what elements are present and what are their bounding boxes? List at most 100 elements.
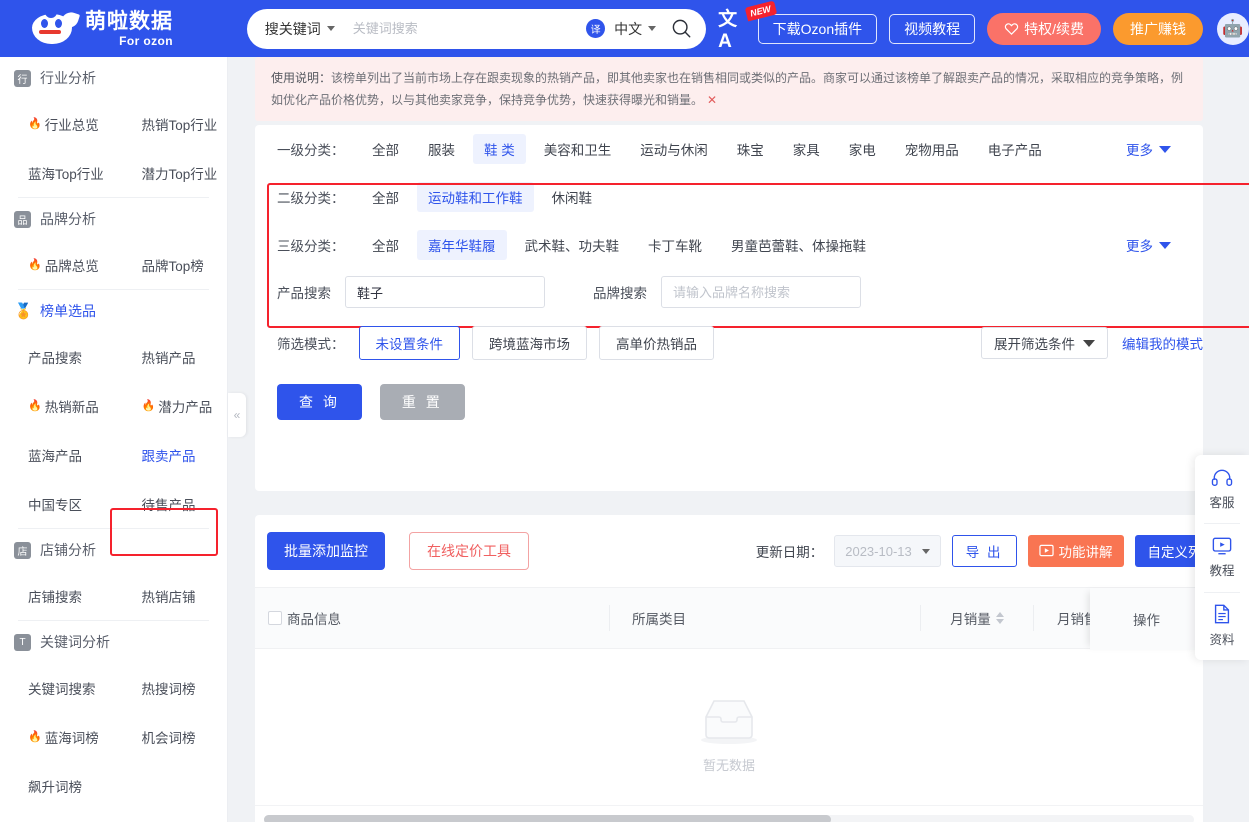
promote-earn-button[interactable]: 推广赚钱 — [1113, 12, 1203, 45]
category-item-1-6[interactable]: 家具 — [782, 134, 831, 164]
sidebar-item-4-0-0[interactable]: 关键词搜索 — [0, 663, 114, 712]
sidebar-item-label: 热销Top行业 — [141, 117, 218, 133]
video-icon — [1212, 537, 1232, 555]
category-item-1-8[interactable]: 宠物用品 — [894, 134, 970, 164]
category-item-1-1[interactable]: 服装 — [417, 134, 466, 164]
privilege-renew-button[interactable]: 特权/续费 — [987, 12, 1101, 45]
video-tutorial-button[interactable]: 视频教程 — [889, 13, 976, 44]
batch-add-monitor-button[interactable]: 批量添加监控 — [267, 532, 385, 570]
sidebar-item-2-1-1[interactable]: 🔥 潜力产品 — [114, 381, 228, 430]
category-item-1-2[interactable]: 鞋 类 — [473, 134, 526, 164]
dock-item-tutorial[interactable]: 教程 — [1195, 523, 1249, 591]
category-item-3-4[interactable]: 男童芭蕾鞋、体操拖鞋 — [720, 230, 877, 260]
sidebar-item-4-0-1[interactable]: 热搜词榜 — [114, 663, 228, 712]
table-horizontal-scrollbar[interactable] — [255, 805, 1203, 822]
category-more-toggle-1[interactable]: 更多 — [1126, 139, 1171, 159]
sidebar-item-label: 蓝海Top行业 — [28, 166, 104, 182]
user-avatar[interactable]: 🤖 — [1217, 12, 1249, 45]
category-item-1-7[interactable]: 家电 — [838, 134, 887, 164]
sidebar-item-2-2-1[interactable]: 跟卖产品 — [114, 430, 228, 479]
category-item-2-1[interactable]: 运动鞋和工作鞋 — [417, 182, 534, 212]
category-item-3-3[interactable]: 卡丁车靴 — [637, 230, 713, 260]
mode-button-high-price[interactable]: 高单价热销品 — [599, 326, 714, 360]
sidebar-item-1-0-0[interactable]: 🔥 品牌总览 — [0, 240, 114, 289]
reset-button[interactable]: 重 置 — [379, 384, 465, 420]
online-pricing-tool-button[interactable]: 在线定价工具 — [409, 532, 529, 570]
category-item-2-2[interactable]: 休闲鞋 — [541, 182, 604, 212]
scrollbar-thumb[interactable] — [264, 815, 832, 822]
sidebar-item-4-2-0[interactable]: 飙升词榜 — [0, 761, 114, 810]
sidebar-item-2-0-0[interactable]: 产品搜索 — [0, 332, 114, 381]
category-more-toggle-3[interactable]: 更多 — [1126, 235, 1171, 255]
sidebar-group-1[interactable]: 品品牌分析 — [0, 198, 227, 240]
download-plugin-button[interactable]: NEW 下载Ozon插件 — [744, 0, 878, 44]
query-button[interactable]: 查 询 — [277, 384, 362, 420]
mode-button-blue-ocean[interactable]: 跨境蓝海市场 — [472, 326, 587, 360]
export-button[interactable]: 导 出 — [951, 535, 1017, 567]
sidebar-item-4-1-0[interactable]: 🔥 蓝海词榜 — [0, 712, 114, 761]
sidebar-item-2-3-0[interactable]: 中国专区 — [0, 479, 114, 528]
sidebar-item-2-1-0[interactable]: 🔥 热销新品 — [0, 381, 114, 430]
category-item-1-9[interactable]: 电子产品 — [977, 134, 1053, 164]
select-all-checkbox[interactable] — [268, 611, 282, 625]
sidebar-item-3-0-0[interactable]: 店铺搜索 — [0, 571, 114, 620]
sidebar-group-label: 行业分析 — [40, 70, 96, 86]
category-item-3-0[interactable]: 全部 — [361, 230, 410, 260]
category-item-1-3[interactable]: 美容和卫生 — [533, 134, 623, 164]
category-item-3-1[interactable]: 嘉年华鞋履 — [417, 230, 507, 260]
category-item-3-2[interactable]: 武术鞋、功夫鞋 — [514, 230, 631, 260]
category-item-1-5[interactable]: 珠宝 — [726, 134, 775, 164]
search-scope-dropdown[interactable]: 搜关键词 — [265, 19, 335, 39]
column-header-monthly-sales[interactable]: 月销量 — [921, 608, 1033, 628]
brand-logo[interactable]: 萌啦数据 For ozon — [0, 0, 227, 57]
search-input[interactable] — [352, 21, 587, 36]
sidebar-group-4[interactable]: T 关键词分析 — [0, 621, 227, 663]
translate-badge-icon[interactable]: 译 — [586, 19, 606, 38]
global-search-box[interactable]: 搜关键词 译 中文 — [246, 8, 707, 49]
expand-filters-button[interactable]: 展开筛选条件 — [981, 327, 1108, 359]
column-header-product-info[interactable]: 商品信息 — [287, 608, 609, 628]
sidebar-item-0-1-0[interactable]: 蓝海Top行业 — [0, 148, 114, 197]
sidebar-item-2-3-1[interactable]: 待售产品 — [114, 479, 228, 528]
dock-item-materials[interactable]: 资料 — [1195, 591, 1249, 660]
dock-item-support[interactable]: 客服 — [1195, 455, 1249, 523]
update-date-select[interactable]: 2023-10-13 — [834, 535, 941, 567]
sidebar-item-0-0-0[interactable]: 🔥 行业总览 — [0, 99, 114, 148]
robot-icon: 🤖 — [1222, 18, 1244, 38]
sidebar-item-label: 机会词榜 — [141, 730, 196, 746]
sidebar-item-2-2-0[interactable]: 蓝海产品 — [0, 430, 114, 479]
category-item-1-0[interactable]: 全部 — [361, 134, 410, 164]
sidebar-group-2[interactable]: 🏅 榜单选品 — [0, 290, 227, 332]
empty-state-label: 暂无数据 — [702, 757, 755, 773]
chevron-down-icon — [1083, 339, 1095, 347]
sidebar-item-3-0-1[interactable]: 热销店铺 — [114, 571, 228, 620]
privilege-label: 特权/续费 — [1024, 20, 1084, 37]
sidebar-group-label: 店铺分析 — [40, 542, 96, 558]
notice-close-icon[interactable]: ✕ — [707, 93, 717, 107]
sidebar-group-3[interactable]: 店店铺分析 — [0, 529, 227, 571]
language-dropdown[interactable]: 中文 — [614, 19, 657, 39]
scrollbar-track — [264, 815, 1194, 822]
sidebar-item-4-1-1[interactable]: 机会词榜 — [114, 712, 228, 761]
brand-search-input[interactable] — [661, 276, 861, 308]
sidebar-group-0[interactable]: 行行业分析 — [0, 57, 227, 99]
sort-icon[interactable] — [995, 612, 1004, 624]
sidebar-item-0-0-1[interactable]: 热销Top行业 — [114, 99, 228, 148]
category-item-1-4[interactable]: 运动与休闲 — [629, 134, 719, 164]
column-header-category[interactable]: 所属类目 — [610, 608, 920, 628]
edit-my-mode-link[interactable]: 编辑我的模式 — [1122, 333, 1203, 353]
translate-icon[interactable]: 文A — [718, 4, 745, 53]
sidebar-item-1-0-1[interactable]: 品牌Top榜 — [114, 240, 228, 289]
category-item-2-0[interactable]: 全部 — [361, 182, 410, 212]
search-submit-button[interactable] — [664, 12, 698, 46]
mode-button-unset[interactable]: 未设置条件 — [358, 326, 460, 360]
column-header-actions[interactable]: 操作 — [1133, 609, 1160, 629]
sidebar-item-label: 潜力产品 — [158, 399, 213, 415]
feature-guide-button[interactable]: 功能讲解 — [1027, 535, 1124, 567]
sidebar-collapse-handle[interactable]: « — [228, 393, 246, 437]
product-search-input[interactable] — [345, 276, 545, 308]
group-icon: T — [14, 633, 31, 651]
sidebar-item-0-1-1[interactable]: 潜力Top行业 — [114, 148, 228, 197]
sidebar-item-2-0-1[interactable]: 热销产品 — [114, 332, 228, 381]
custom-columns-button[interactable]: 自定义列表字段 — [1134, 535, 1203, 567]
